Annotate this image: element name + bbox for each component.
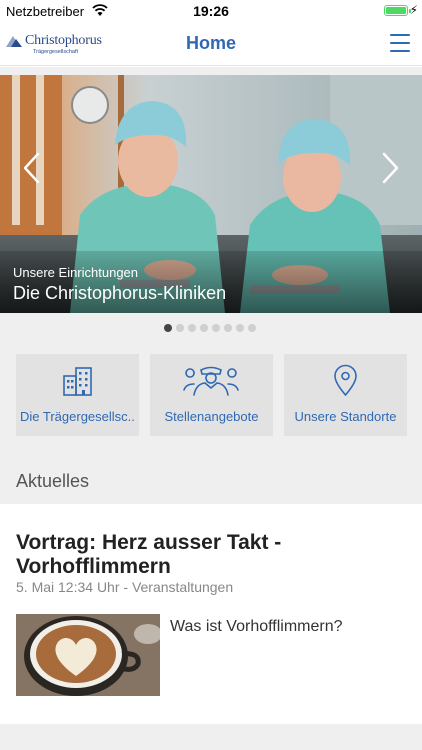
news-teaser: Was ist Vorhofflimmern?	[170, 618, 343, 635]
page-dot[interactable]	[188, 324, 196, 332]
hero-slider[interactable]: Unsere Einrichtungen Die Christophorus-K…	[0, 75, 422, 313]
hamburger-menu-icon[interactable]	[390, 34, 410, 52]
list-separator	[0, 724, 422, 750]
page-dot[interactable]	[248, 324, 256, 332]
chevron-right-icon[interactable]	[378, 151, 402, 185]
tile-label: Stellenangebote	[164, 409, 259, 424]
page-dot[interactable]	[176, 324, 184, 332]
charging-icon: ⚡	[409, 3, 418, 17]
hero-title: Die Christophorus-Kliniken	[13, 283, 227, 303]
page-title: Home	[185, 33, 236, 53]
navigation-bar: Christophorus Trägergesellschaft Home	[0, 22, 422, 66]
tile-stellenangebote[interactable]: Stellenangebote	[150, 354, 273, 436]
quick-links: Die Trägergesellsc... Stellenangebote Un…	[0, 343, 422, 454]
location-pin-icon	[334, 364, 357, 396]
battery-fill	[386, 7, 406, 14]
news-headline: Vortrag: Herz ausser Takt - Vorhofflimme…	[16, 531, 282, 578]
news-meta: 5. Mai 12:34 Uhr - Veranstaltungen	[16, 579, 234, 595]
slider-pagination	[0, 313, 422, 343]
tile-standorte[interactable]: Unsere Standorte	[284, 354, 407, 436]
status-bar: Netzbetreiber 19:26 ⚡	[0, 0, 422, 22]
tile-traegergesellschaft[interactable]: Die Trägergesellsc...	[16, 354, 139, 436]
page-dot[interactable]	[200, 324, 208, 332]
tile-label: Die Trägergesellsc...	[20, 409, 135, 424]
people-icon	[183, 366, 239, 396]
clock: 19:26	[193, 3, 229, 19]
page-dot[interactable]	[236, 324, 244, 332]
header-divider	[0, 67, 422, 75]
news-thumbnail	[16, 614, 160, 696]
page-dot[interactable]	[212, 324, 220, 332]
building-icon	[63, 367, 92, 396]
news-item[interactable]: Vortrag: Herz ausser Takt - Vorhofflimme…	[0, 504, 422, 724]
section-title: Aktuelles	[16, 471, 90, 491]
battery-icon	[384, 5, 411, 16]
page-dot[interactable]	[164, 324, 172, 332]
news-section-header: Aktuelles	[0, 454, 422, 504]
coffee-latte-art-image	[16, 614, 160, 696]
hero-subtitle: Unsere Einrichtungen	[13, 265, 139, 280]
page-dot[interactable]	[224, 324, 232, 332]
chevron-left-icon[interactable]	[20, 151, 44, 185]
tile-label: Unsere Standorte	[294, 409, 397, 424]
